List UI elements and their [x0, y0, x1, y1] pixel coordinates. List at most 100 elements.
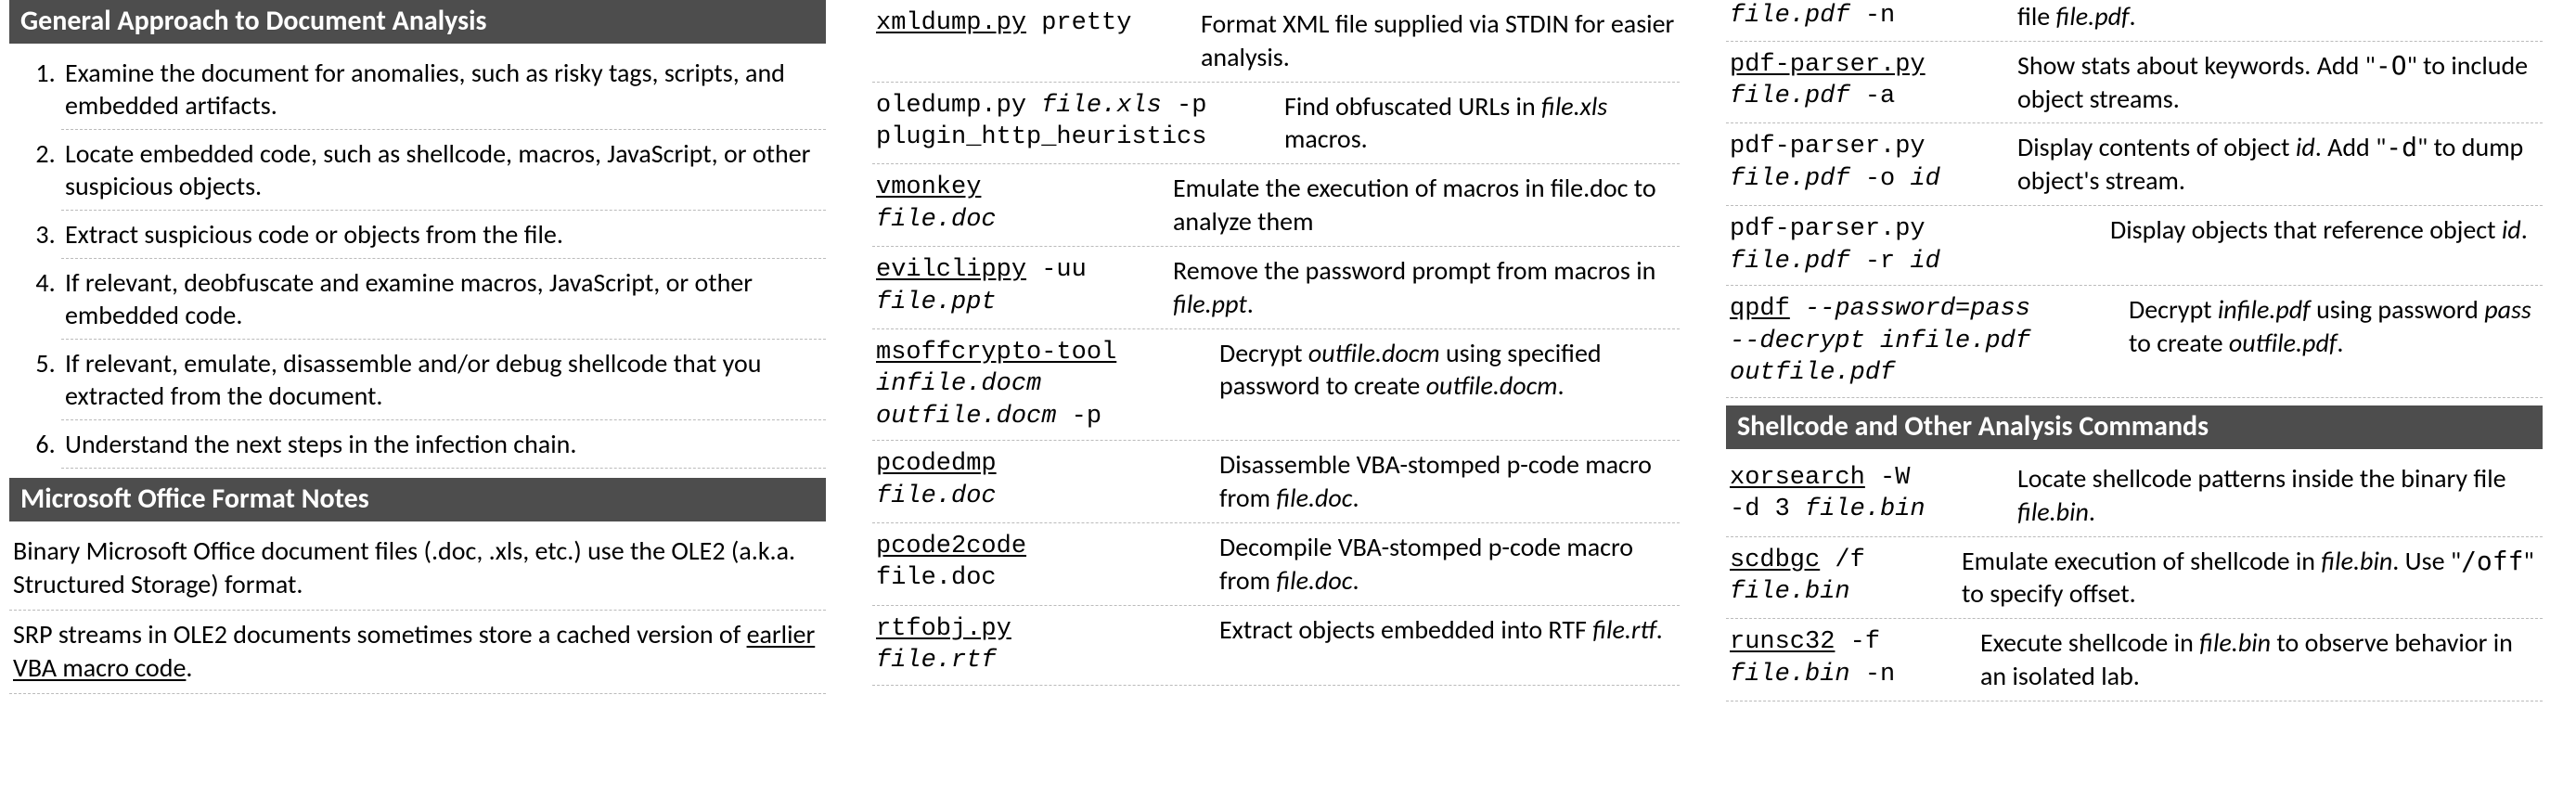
command-row: file.pdf -n file file.pdf.: [1726, 0, 2543, 42]
note-item: SRP streams in OLE2 documents sometimes …: [9, 611, 826, 694]
desc-arg: file.pdf: [2056, 0, 2130, 32]
column-3: file.pdf -n file file.pdf. pdf-parser.py…: [1726, 0, 2543, 701]
command-cell: rtfobj.py file.rtf: [876, 613, 1191, 677]
tool-link[interactable]: scdbgc: [1730, 547, 1820, 574]
desc-text: Show stats about keywords. Add ": [2017, 49, 2376, 82]
tool-link[interactable]: qpdf: [1730, 295, 1790, 323]
step-item: Understand the next steps in the infecti…: [61, 420, 826, 469]
steps-list: Examine the document for anomalies, such…: [9, 49, 826, 469]
cmd-arg: infile.docm: [876, 370, 1041, 398]
command-row: runsc32 -f file.bin -n Execute shellcode…: [1726, 619, 2543, 701]
command-cell: pdf-parser.py file.pdf -a: [1730, 49, 1990, 113]
cmd-text: -n: [1850, 661, 1896, 689]
cmd-text: -r: [1850, 248, 1911, 276]
cmd-text: pretty: [1026, 9, 1131, 37]
cmd-text: plugin_http_heuristics: [876, 123, 1206, 151]
desc-arg: file.bin: [2017, 496, 2089, 528]
desc-text: Locate shellcode patterns inside the bin…: [2017, 462, 2506, 495]
cmd-text: pdf-parser.py: [1730, 215, 1926, 243]
desc-arg: id: [2296, 131, 2315, 163]
command-row: pdf-parser.py file.pdf -r id Display obj…: [1726, 206, 2543, 286]
cmd-text: pdf-parser.py: [1730, 133, 1926, 161]
command-cell: pcode2code file.doc: [876, 531, 1191, 595]
desc-text: Execute shellcode in: [1980, 626, 2199, 659]
desc-text: .: [2337, 327, 2343, 359]
desc-mono: -d: [2386, 132, 2417, 162]
tool-link[interactable]: pcode2code: [876, 533, 1026, 560]
tool-link[interactable]: msoffcrypto-tool: [876, 339, 1116, 367]
note-text: SRP streams in OLE2 documents sometimes …: [13, 618, 747, 650]
command-row: scdbgc /f file.bin Emulate execution of …: [1726, 537, 2543, 620]
desc-arg: file.xls: [1541, 90, 1607, 122]
tool-link[interactable]: xmldump.py: [876, 9, 1026, 37]
desc-arg: outfile.docm: [1308, 337, 1440, 369]
cmd-arg: --decrypt infile.pdf: [1730, 328, 2030, 355]
tool-link[interactable]: runsc32: [1730, 628, 1835, 656]
step-item: Examine the document for anomalies, such…: [61, 49, 826, 130]
column-1: General Approach to Document Analysis Ex…: [9, 0, 826, 701]
tool-link[interactable]: xorsearch: [1730, 464, 1865, 492]
desc-arg: id: [2502, 213, 2521, 246]
cmd-arg: file.pdf: [1730, 2, 1850, 30]
column-2: xmldump.py pretty Format XML file suppli…: [872, 0, 1680, 701]
desc-arg: file.rtf: [1592, 613, 1655, 646]
desc-text: macros.: [1284, 122, 1368, 155]
description-cell: Decrypt outfile.docm using specified pas…: [1219, 337, 1676, 404]
description-cell: Decrypt infile.pdf using password pass t…: [2129, 293, 2539, 360]
desc-mono: -O: [2376, 50, 2407, 81]
command-row: rtfobj.py file.rtf Extract objects embed…: [872, 606, 1680, 686]
section-header-general: General Approach to Document Analysis: [9, 0, 826, 44]
cmd-text: -W: [1865, 464, 1911, 492]
desc-text: .: [1352, 564, 1359, 597]
tool-link[interactable]: evilclippy: [876, 256, 1026, 284]
cmd-text: file.doc: [876, 564, 997, 592]
cmd-text: -d 3: [1730, 496, 1805, 523]
cmd-arg: file.pdf: [1730, 165, 1850, 193]
description-cell: Show stats about keywords. Add "-O" to i…: [2017, 49, 2539, 116]
cmd-arg: file.rtf: [876, 647, 997, 675]
command-cell: pdf-parser.py file.pdf -r id: [1730, 213, 2082, 277]
cmd-arg: file.doc: [876, 206, 997, 234]
cmd-arg: file.xls: [1041, 92, 1162, 120]
cmd-arg: file.pdf: [1730, 248, 1850, 276]
desc-text: . Add ": [2315, 131, 2387, 163]
description-cell: Extract objects embedded into RTF file.r…: [1219, 613, 1676, 647]
command-cell: file.pdf -n: [1730, 0, 1990, 32]
cmd-text: -p: [1056, 403, 1101, 431]
cmd-text: -uu: [1026, 256, 1087, 284]
description-cell: Emulate the execution of macros in file.…: [1173, 172, 1676, 238]
desc-text: Decrypt: [2129, 293, 2218, 326]
tool-link[interactable]: pcodedmp: [876, 450, 997, 478]
desc-text: .: [1557, 369, 1564, 402]
tool-link[interactable]: vmonkey: [876, 174, 981, 201]
description-cell: Format XML file supplied via STDIN for e…: [1201, 7, 1676, 74]
desc-text: .: [2130, 0, 2136, 32]
desc-arg: file.ppt: [1173, 288, 1247, 320]
cmd-arg: file.ppt: [876, 289, 997, 316]
command-row: pdf-parser.py file.pdf -a Show stats abo…: [1726, 42, 2543, 124]
cmd-arg: file.bin: [1730, 578, 1850, 606]
cmd-text: [1790, 295, 1805, 323]
description-cell: Display contents of object id. Add "-d" …: [2017, 131, 2539, 198]
command-cell: scdbgc /f file.bin: [1730, 545, 1934, 609]
cmd-text: -p: [1162, 92, 1207, 120]
desc-text: .: [1656, 613, 1663, 646]
cmd-arg: file.bin: [1805, 496, 1926, 523]
command-row: vmonkey file.doc Emulate the execution o…: [872, 164, 1680, 247]
cmd-arg: outfile.docm: [876, 403, 1056, 431]
desc-text: Find obfuscated URLs in: [1284, 90, 1541, 122]
command-row: pcodedmp file.doc Disassemble VBA-stompe…: [872, 441, 1680, 523]
tool-link[interactable]: rtfobj.py: [876, 615, 1011, 643]
desc-text: Remove the password prompt from macros i…: [1173, 254, 1655, 287]
description-cell: file file.pdf.: [2017, 0, 2539, 33]
desc-text: .: [2089, 496, 2095, 528]
cmd-arg: id: [1910, 248, 1939, 276]
tool-link[interactable]: pdf-parser.py: [1730, 51, 1926, 79]
command-cell: xmldump.py pretty: [876, 7, 1173, 40]
desc-text: Display contents of object: [2017, 131, 2296, 163]
cmd-text: -f: [1835, 628, 1880, 656]
cmd-text: -n: [1850, 2, 1896, 30]
desc-arg: outfile.pdf: [2229, 327, 2338, 359]
description-cell: Disassemble VBA-stomped p-code macro fro…: [1219, 448, 1676, 515]
command-cell: pcodedmp file.doc: [876, 448, 1191, 512]
